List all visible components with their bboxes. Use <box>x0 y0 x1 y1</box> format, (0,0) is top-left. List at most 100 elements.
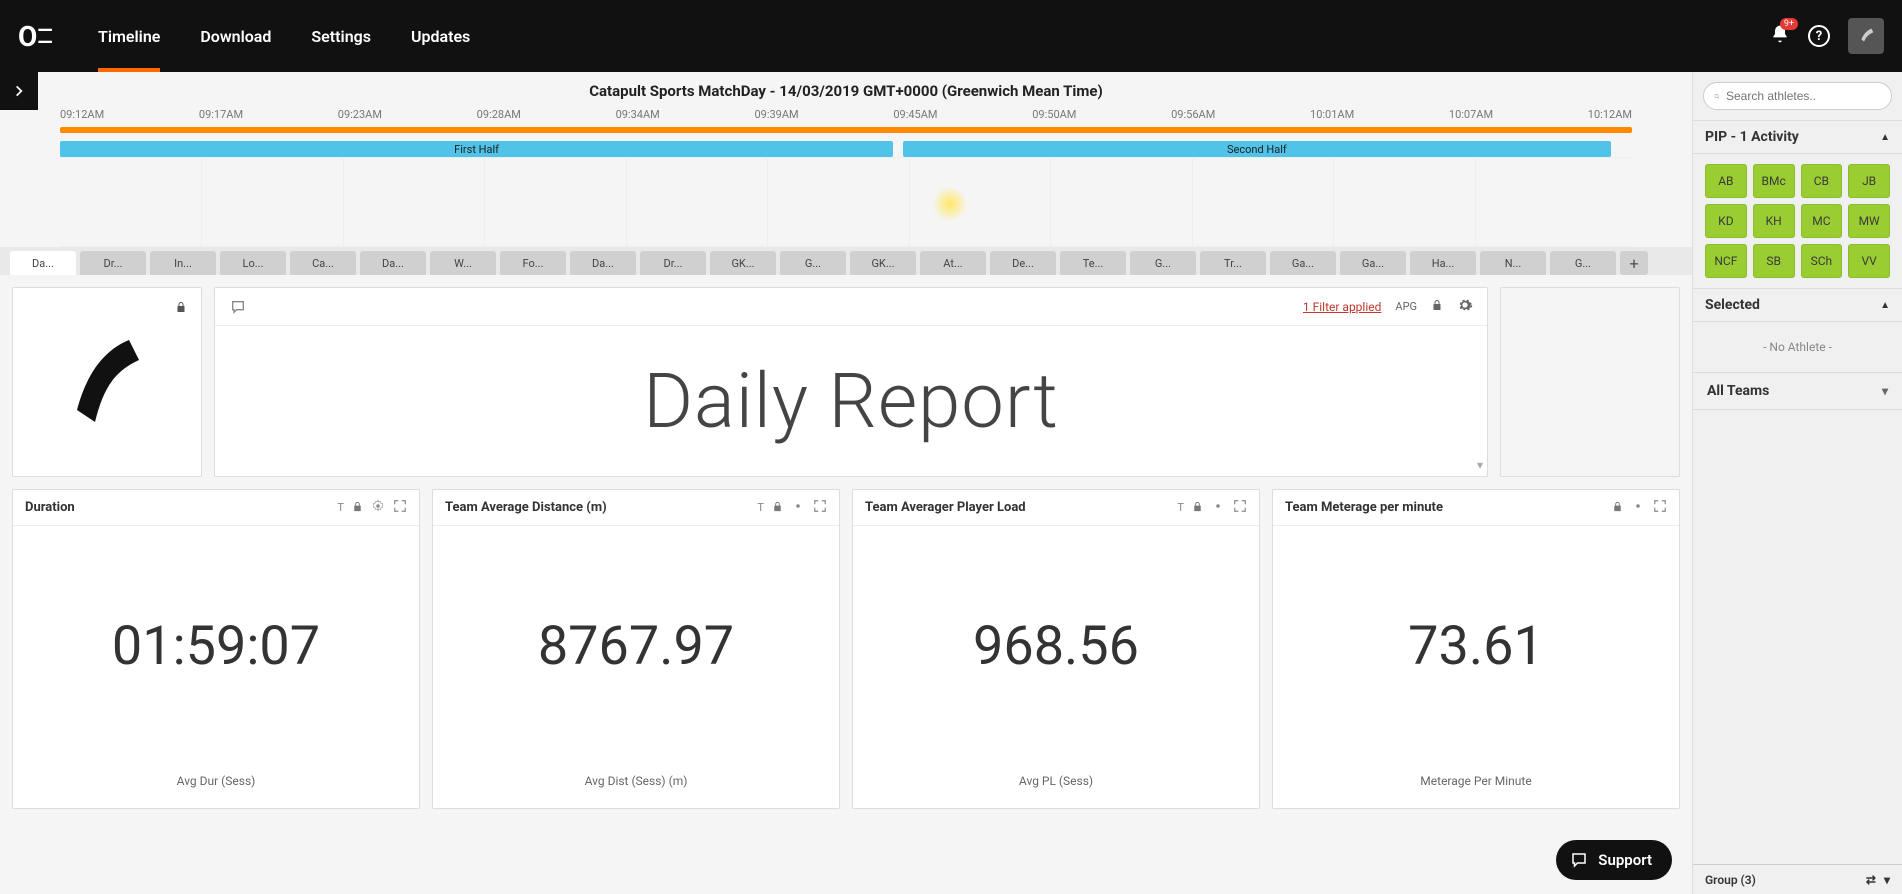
lock-icon[interactable] <box>1431 298 1443 316</box>
activity-header[interactable]: PIP - 1 Activity ▲ <box>1693 120 1902 154</box>
period-first-half[interactable]: First Half <box>60 141 893 157</box>
period-second-half[interactable]: Second Half <box>903 141 1610 157</box>
help-button[interactable]: ? <box>1808 25 1830 47</box>
swap-icon[interactable]: ⇄ <box>1866 873 1876 887</box>
tab[interactable]: Fo... <box>500 251 566 275</box>
add-tab-button[interactable]: + <box>1620 251 1648 275</box>
tick: 09:12AM <box>60 108 104 121</box>
group-label: Group (3) <box>1705 873 1756 887</box>
filter-link[interactable]: 1 Filter applied <box>1303 300 1382 314</box>
tab[interactable]: W... <box>430 251 496 275</box>
search-input[interactable] <box>1726 89 1881 103</box>
sidebar-toggle[interactable] <box>0 72 38 110</box>
nav-settings[interactable]: Settings <box>311 0 371 72</box>
nav-updates[interactable]: Updates <box>411 0 470 72</box>
toggle-t[interactable]: T <box>757 501 764 514</box>
no-athlete-text: - No Athlete - <box>1693 322 1902 372</box>
athlete-chip[interactable]: BMc <box>1753 164 1795 198</box>
selected-title: Selected <box>1705 297 1760 313</box>
athlete-chip[interactable]: SCh <box>1801 244 1843 278</box>
metric-player-load: Team Averager Player Load T 968.56 Avg P… <box>852 489 1260 809</box>
tab[interactable]: Ga... <box>1270 251 1336 275</box>
timeline-canvas[interactable] <box>60 157 1632 247</box>
athlete-chip[interactable]: KH <box>1753 204 1795 238</box>
tick: 10:01AM <box>1310 108 1354 121</box>
athlete-chip[interactable]: SB <box>1753 244 1795 278</box>
nav-timeline[interactable]: Timeline <box>98 0 160 72</box>
tab[interactable]: Tr... <box>1200 251 1266 275</box>
lock-icon[interactable] <box>175 300 187 318</box>
gear-icon[interactable] <box>1457 297 1473 317</box>
tab[interactable]: Ga... <box>1340 251 1406 275</box>
metric-footer: Avg Dist (Sess) (m) <box>433 766 839 808</box>
top-nav: O—— Timeline Download Settings Updates 9… <box>0 0 1902 72</box>
gear-icon[interactable] <box>1631 499 1645 516</box>
brand-icon-button[interactable] <box>1848 18 1884 54</box>
selected-header[interactable]: Selected ▲ <box>1693 288 1902 322</box>
collapse-icon[interactable]: ▲ <box>1880 300 1890 311</box>
nav-download[interactable]: Download <box>200 0 271 72</box>
tab[interactable]: Da... <box>360 251 426 275</box>
right-panel: PIP - 1 Activity ▲ AB BMc CB JB KD KH MC… <box>1692 72 1902 894</box>
tab[interactable]: Te... <box>1060 251 1126 275</box>
lock-icon[interactable] <box>352 500 363 516</box>
lock-icon[interactable] <box>772 500 783 516</box>
athlete-chip[interactable]: JB <box>1848 164 1890 198</box>
teams-dropdown[interactable]: All Teams ▾ <box>1693 372 1902 410</box>
search-icon <box>1714 90 1720 103</box>
athlete-search[interactable] <box>1703 82 1892 110</box>
expand-icon[interactable] <box>393 499 407 516</box>
tab[interactable]: GK... <box>710 251 776 275</box>
gear-icon[interactable] <box>371 499 385 516</box>
toggle-t[interactable]: T <box>1177 501 1184 514</box>
tab[interactable]: Dr... <box>80 251 146 275</box>
lock-icon[interactable] <box>1192 500 1203 516</box>
tab[interactable]: GK... <box>850 251 916 275</box>
scroll-down-icon[interactable]: ▾ <box>1477 458 1483 472</box>
tab[interactable]: At... <box>920 251 986 275</box>
tab[interactable]: Da... <box>570 251 636 275</box>
apg-label: APG <box>1395 300 1417 313</box>
catapult-small-icon <box>1855 25 1877 47</box>
tab[interactable]: G... <box>1550 251 1616 275</box>
chevron-down-icon[interactable]: ▾ <box>1884 873 1890 887</box>
athlete-chip[interactable]: VV <box>1848 244 1890 278</box>
athlete-chip[interactable]: MC <box>1801 204 1843 238</box>
tick: 09:39AM <box>754 108 798 121</box>
toggle-t[interactable]: T <box>337 501 344 514</box>
full-session-bar[interactable] <box>60 127 1632 133</box>
athlete-chip[interactable]: AB <box>1705 164 1747 198</box>
support-label: Support <box>1598 851 1652 869</box>
tab[interactable]: Lo... <box>220 251 286 275</box>
expand-icon[interactable] <box>1653 499 1667 516</box>
support-button[interactable]: Support <box>1556 840 1672 880</box>
athlete-chip[interactable]: NCF <box>1705 244 1747 278</box>
tab[interactable]: Ha... <box>1410 251 1476 275</box>
notifications-button[interactable]: 9+ <box>1770 24 1790 48</box>
gear-icon[interactable] <box>1211 499 1225 516</box>
tick: 09:50AM <box>1032 108 1076 121</box>
tab[interactable]: In... <box>150 251 216 275</box>
tab[interactable]: De... <box>990 251 1056 275</box>
athlete-chip[interactable]: CB <box>1801 164 1843 198</box>
metric-duration: Duration T 01:59:07 Avg Dur (Sess) <box>12 489 420 809</box>
tab[interactable]: Dr... <box>640 251 706 275</box>
tab[interactable]: G... <box>1130 251 1196 275</box>
comment-icon[interactable] <box>229 299 247 315</box>
tab[interactable]: Da... <box>10 251 76 275</box>
expand-icon[interactable] <box>813 499 827 516</box>
tab[interactable]: N... <box>1480 251 1546 275</box>
tab[interactable]: Ca... <box>290 251 356 275</box>
gear-icon[interactable] <box>791 499 805 516</box>
athlete-chip[interactable]: KD <box>1705 204 1747 238</box>
report-title: Daily Report <box>643 356 1059 446</box>
group-bar[interactable]: Group (3) ⇄ ▾ <box>1693 864 1902 894</box>
tab[interactable]: G... <box>780 251 846 275</box>
expand-icon[interactable] <box>1233 499 1247 516</box>
collapse-icon[interactable]: ▲ <box>1880 132 1890 143</box>
metric-footer: Avg PL (Sess) <box>853 766 1259 808</box>
chevron-right-icon <box>12 84 26 98</box>
athlete-chip[interactable]: MW <box>1848 204 1890 238</box>
metric-value: 73.61 <box>1273 526 1679 766</box>
lock-icon[interactable] <box>1612 500 1623 516</box>
